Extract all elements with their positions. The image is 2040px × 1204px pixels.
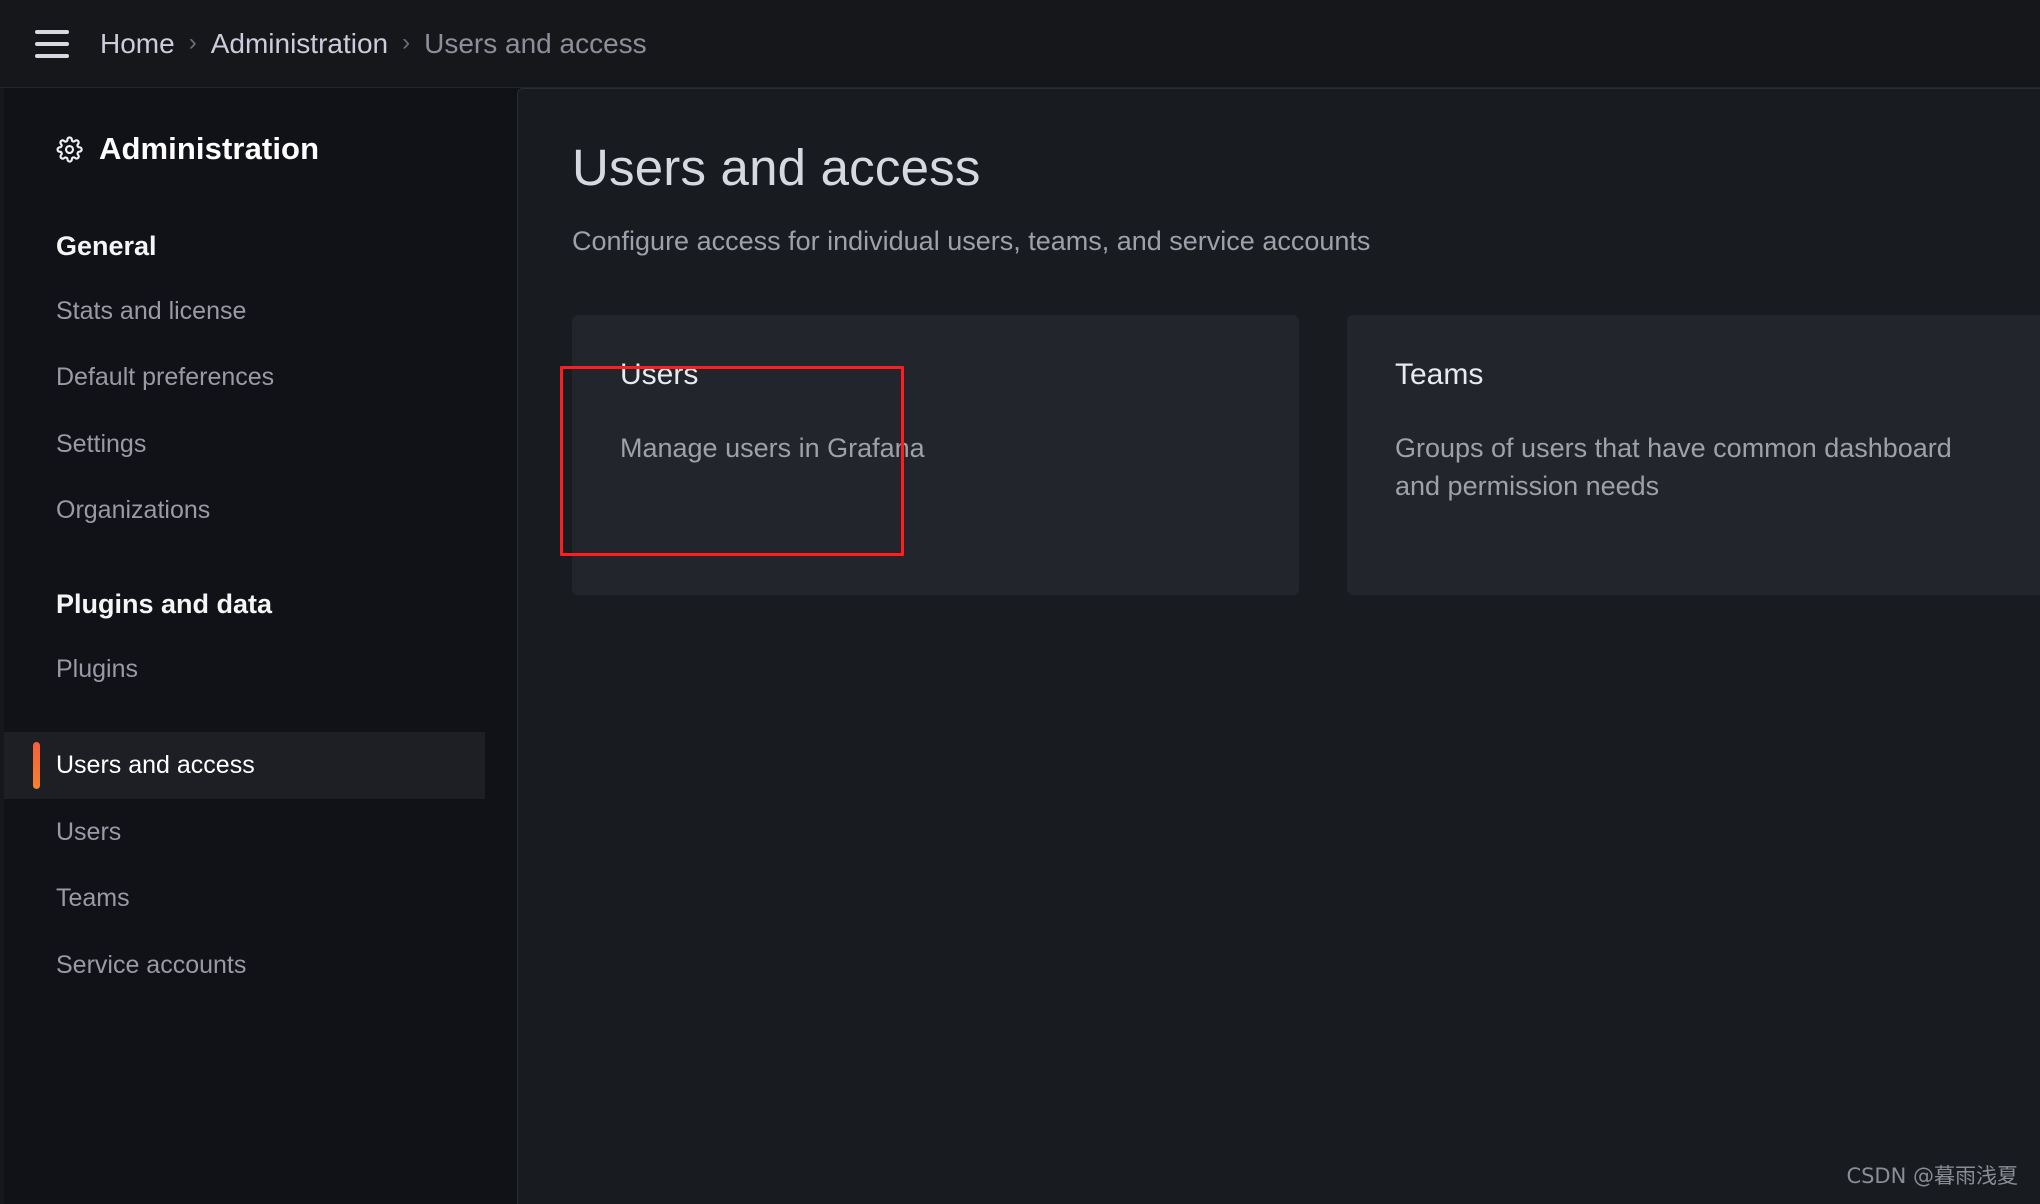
teams-card-description: Groups of users that have common dashboa… bbox=[1395, 432, 1952, 502]
sidebar-section-plugins-and-data: Plugins and data Plugins bbox=[0, 574, 517, 702]
sidebar-item-organizations[interactable]: Organizations bbox=[0, 477, 517, 544]
sidebar-item-default-preferences[interactable]: Default preferences bbox=[0, 344, 517, 411]
teams-card-title: Teams bbox=[1395, 357, 1484, 391]
page-subtitle: Configure access for individual users, t… bbox=[572, 225, 1371, 256]
users-card-title: Users bbox=[620, 357, 699, 391]
sidebar-title-label: Administration bbox=[99, 131, 320, 166]
teams-card[interactable]: Teams Groups of users that have common d… bbox=[1347, 314, 2040, 595]
hamburger-bar-3 bbox=[35, 53, 69, 58]
access-card-grid: Users Manage users in Grafana Teams Grou… bbox=[572, 314, 2040, 595]
breadcrumb-item-administration[interactable]: Administration bbox=[211, 29, 388, 58]
breadcrumb: Home › Administration › Users and access bbox=[100, 27, 647, 59]
administration-sidebar: Administration General Stats and license… bbox=[0, 88, 517, 1204]
left-edge-strip bbox=[0, 88, 4, 1204]
breadcrumb-separator-icon: › bbox=[188, 28, 197, 56]
gear-icon bbox=[56, 135, 83, 163]
sidebar-item-teams[interactable]: Teams bbox=[0, 865, 517, 932]
sidebar-item-settings[interactable]: Settings bbox=[0, 411, 517, 478]
users-card-description: Manage users in Grafana bbox=[620, 432, 925, 463]
users-card[interactable]: Users Manage users in Grafana bbox=[572, 314, 1299, 595]
app-shell: Administration General Stats and license… bbox=[0, 88, 2040, 1204]
main-content-panel: Users and access Configure access for in… bbox=[517, 88, 2040, 1204]
sidebar-section-header-general: General bbox=[56, 231, 157, 261]
sidebar-section-users-and-access: Users and access Users Teams Service acc… bbox=[0, 732, 517, 998]
sidebar-item-plugins[interactable]: Plugins bbox=[0, 636, 517, 703]
sidebar-section-header-plugins-and-data: Plugins and data bbox=[56, 588, 273, 619]
hamburger-menu-icon[interactable] bbox=[28, 20, 76, 68]
sidebar-item-users[interactable]: Users bbox=[0, 799, 517, 866]
sidebar-item-stats-and-license[interactable]: Stats and license bbox=[0, 278, 517, 345]
top-navigation-bar: Home › Administration › Users and access bbox=[0, 0, 2040, 88]
breadcrumb-item-users-and-access: Users and access bbox=[424, 27, 647, 59]
hamburger-bar-2 bbox=[35, 41, 69, 46]
hamburger-bar-1 bbox=[35, 29, 69, 34]
sidebar-item-users-and-access[interactable]: Users and access bbox=[0, 732, 485, 799]
sidebar-section-general: General Stats and license Default prefer… bbox=[0, 216, 517, 544]
breadcrumb-separator-icon: › bbox=[402, 28, 411, 56]
page-title: Users and access bbox=[572, 139, 981, 196]
watermark-label: CSDN @暮雨浅夏 bbox=[1846, 1164, 2018, 1188]
sidebar-item-service-accounts[interactable]: Service accounts bbox=[0, 932, 517, 999]
sidebar-header-administration[interactable]: Administration bbox=[0, 122, 517, 176]
breadcrumb-item-home[interactable]: Home bbox=[100, 29, 175, 58]
